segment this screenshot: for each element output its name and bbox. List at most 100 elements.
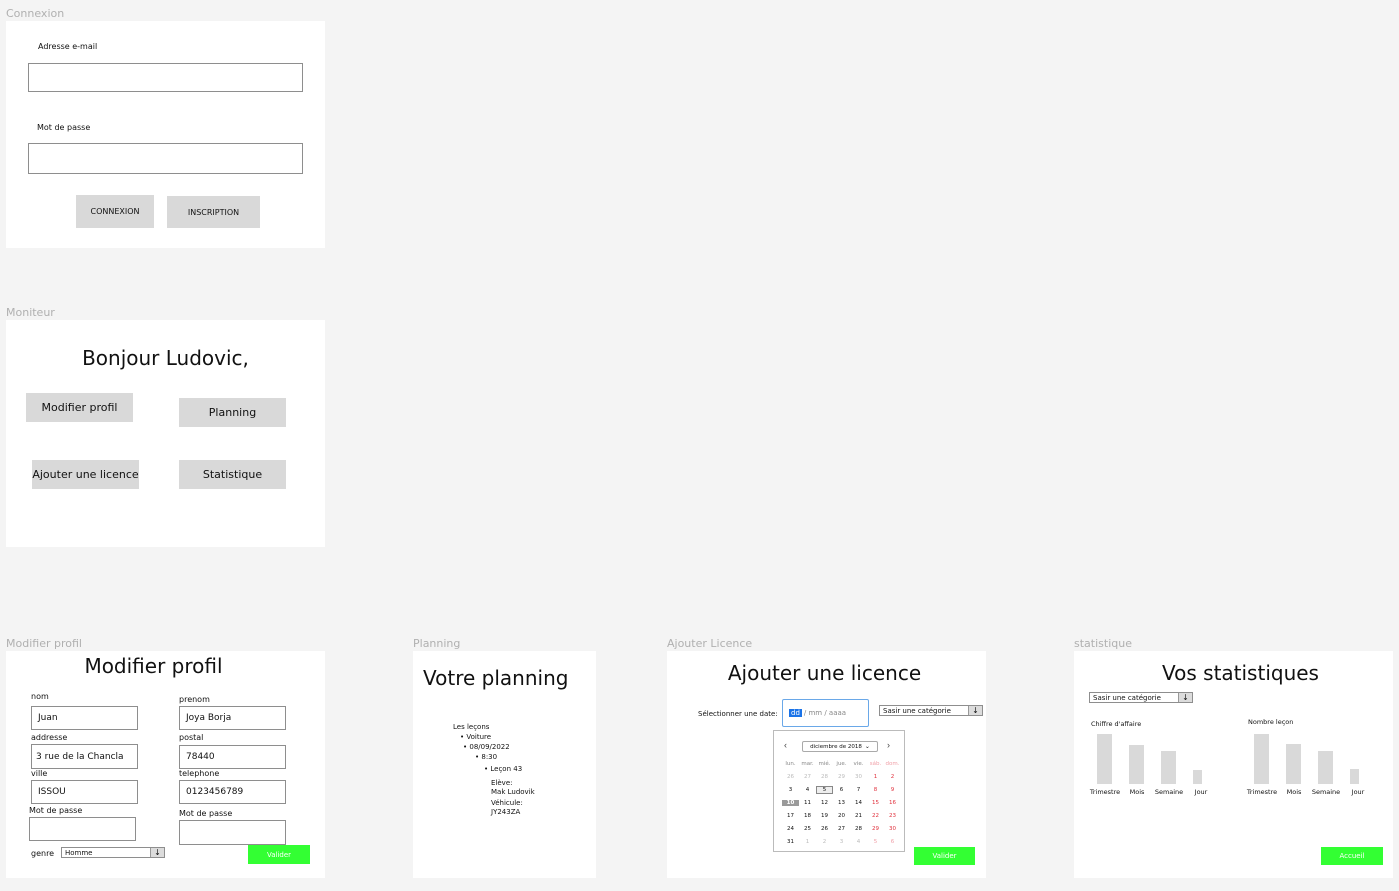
calendar-day[interactable]: 22 xyxy=(867,813,884,819)
chart-bar xyxy=(1318,751,1333,784)
licence-title: Ajouter une licence xyxy=(727,661,922,685)
calendar-day[interactable]: 5 xyxy=(816,785,833,794)
chevron-right-icon[interactable]: › xyxy=(887,740,890,750)
calendar-day[interactable]: 3 xyxy=(833,839,850,845)
chart-title: Nombre leçon xyxy=(1248,718,1294,726)
moniteur-frame: Bonjour Ludovic, Modifier profil Plannin… xyxy=(6,320,325,547)
planning-tree: Les leçons • Voiture • 08/09/2022 • 8:30… xyxy=(453,722,535,817)
edit-profile-button[interactable]: Modifier profil xyxy=(26,393,133,422)
calendar-day[interactable]: 28 xyxy=(816,774,833,780)
calendar-day[interactable]: 2 xyxy=(884,774,901,780)
genre-select[interactable]: Homme ↓ xyxy=(61,847,165,858)
chart-bar xyxy=(1161,751,1176,784)
stats-category-select[interactable]: Sasir une catégorie ↓ xyxy=(1089,692,1193,703)
calendar-day[interactable]: 6 xyxy=(884,839,901,845)
calendar-day[interactable]: 5 xyxy=(867,839,884,845)
password-field[interactable] xyxy=(28,143,303,174)
arrow-down-icon: ↓ xyxy=(150,848,164,857)
password-label: Mot de passe xyxy=(37,123,91,132)
calendar-day[interactable]: 8 xyxy=(867,787,884,793)
date-dd-segment[interactable]: dd xyxy=(789,709,802,717)
telephone-field[interactable]: 0123456789 xyxy=(179,780,286,804)
calendar-day[interactable]: 20 xyxy=(833,813,850,819)
calendar-day[interactable]: 30 xyxy=(850,774,867,780)
date-input[interactable]: dd / mm / aaaa xyxy=(782,699,869,727)
ville-field[interactable]: ISSOU xyxy=(31,780,138,804)
calendar-day[interactable]: 9 xyxy=(884,787,901,793)
calendar-day[interactable]: 2 xyxy=(816,839,833,845)
frame-label-ajouter-licence: Ajouter Licence xyxy=(667,637,753,650)
calendar-day[interactable]: 3 xyxy=(782,787,799,793)
calendar-day[interactable]: 13 xyxy=(833,800,850,806)
calendar-day[interactable]: 30 xyxy=(884,826,901,832)
email-field[interactable] xyxy=(28,63,303,92)
add-license-button[interactable]: Ajouter une licence xyxy=(32,460,139,489)
calendar-day[interactable]: 4 xyxy=(850,839,867,845)
calendar-day[interactable]: 15 xyxy=(867,800,884,806)
student-value: Mak Ludovik xyxy=(491,788,535,796)
calendar-day[interactable]: 27 xyxy=(799,774,816,780)
calendar-day-name: jue. xyxy=(836,760,847,767)
calendar-day[interactable]: 11 xyxy=(799,800,816,806)
month-select[interactable]: diciembre de 2018 ⌄ xyxy=(802,741,878,752)
calendar-day[interactable]: 26 xyxy=(816,826,833,832)
tree-date-label: 08/09/2022 xyxy=(469,743,510,751)
calendar-day[interactable]: 10 xyxy=(782,799,799,806)
calendar-day[interactable]: 4 xyxy=(799,787,816,793)
prenom-label: prenom xyxy=(179,695,210,704)
calendar-day[interactable]: 29 xyxy=(833,774,850,780)
calendar-day[interactable]: 21 xyxy=(850,813,867,819)
licence-submit-button[interactable]: Valider xyxy=(914,847,975,865)
arrow-down-icon: ↓ xyxy=(968,706,982,715)
student-label: Elève: xyxy=(491,779,513,787)
home-button[interactable]: Accueil xyxy=(1321,847,1383,865)
calendar-day[interactable]: 16 xyxy=(884,800,901,806)
password-field-right[interactable] xyxy=(179,820,286,845)
frame-label-modifier-profil: Modifier profil xyxy=(6,637,82,650)
nom-field[interactable]: Juan xyxy=(31,706,138,730)
calendar-day[interactable]: 19 xyxy=(816,813,833,819)
greeting-title: Bonjour Ludovic, xyxy=(82,346,249,370)
chart-bar xyxy=(1129,745,1144,784)
calendar-day[interactable]: 14 xyxy=(850,800,867,806)
tree-lesson: • Leçon 43 xyxy=(484,765,523,773)
calendar-day[interactable]: 25 xyxy=(799,826,816,832)
ville-label: ville xyxy=(31,769,48,778)
frame-label-connexion: Connexion xyxy=(6,7,65,20)
calendar-day[interactable]: 1 xyxy=(867,774,884,780)
password-field-left[interactable] xyxy=(29,817,136,841)
calendar-day[interactable]: 17 xyxy=(782,813,799,819)
calendar-day[interactable]: 31 xyxy=(782,839,799,845)
login-button[interactable]: CONNEXION xyxy=(76,195,154,228)
vehicle-value: JY243ZA xyxy=(491,808,521,816)
register-button[interactable]: INSCRIPTION xyxy=(167,196,260,228)
planning-button[interactable]: Planning xyxy=(179,398,286,427)
password-label-left: Mot de passe xyxy=(29,806,83,815)
category-select[interactable]: Sasir une catégorie ↓ xyxy=(879,705,983,716)
calendar-day[interactable]: 12 xyxy=(816,800,833,806)
calendar-day[interactable]: 24 xyxy=(782,826,799,832)
calendar-day[interactable]: 7 xyxy=(850,787,867,793)
prenom-field[interactable]: Joya Borja xyxy=(179,706,286,730)
date-rest-segment: / mm / aaaa xyxy=(803,709,847,717)
calendar-day[interactable]: 6 xyxy=(833,787,850,793)
stats-title: Vos statistiques xyxy=(1162,661,1319,685)
statistics-button[interactable]: Statistique xyxy=(179,460,286,489)
calendar-day[interactable]: 1 xyxy=(799,839,816,845)
calendar-day[interactable]: 27 xyxy=(833,826,850,832)
calendar-day[interactable]: 28 xyxy=(850,826,867,832)
chevron-left-icon[interactable]: ‹ xyxy=(784,740,787,750)
calendar-day[interactable]: 26 xyxy=(782,774,799,780)
submit-button[interactable]: Valider xyxy=(248,845,310,864)
postal-label: postal xyxy=(179,733,204,742)
calendar-day[interactable]: 23 xyxy=(884,813,901,819)
calendar-day[interactable]: 18 xyxy=(799,813,816,819)
postal-field[interactable]: 78440 xyxy=(179,745,286,769)
page-title: Modifier profil xyxy=(84,654,223,678)
chevron-down-icon: ⌄ xyxy=(864,743,870,750)
address-field[interactable]: 3 rue de la Chancla xyxy=(31,744,138,769)
calendar-day[interactable]: 29 xyxy=(867,826,884,832)
frame-label-statistique: statistique xyxy=(1074,637,1132,650)
address-label: addresse xyxy=(31,733,68,742)
tree-lesson-label: Leçon 43 xyxy=(490,765,523,773)
